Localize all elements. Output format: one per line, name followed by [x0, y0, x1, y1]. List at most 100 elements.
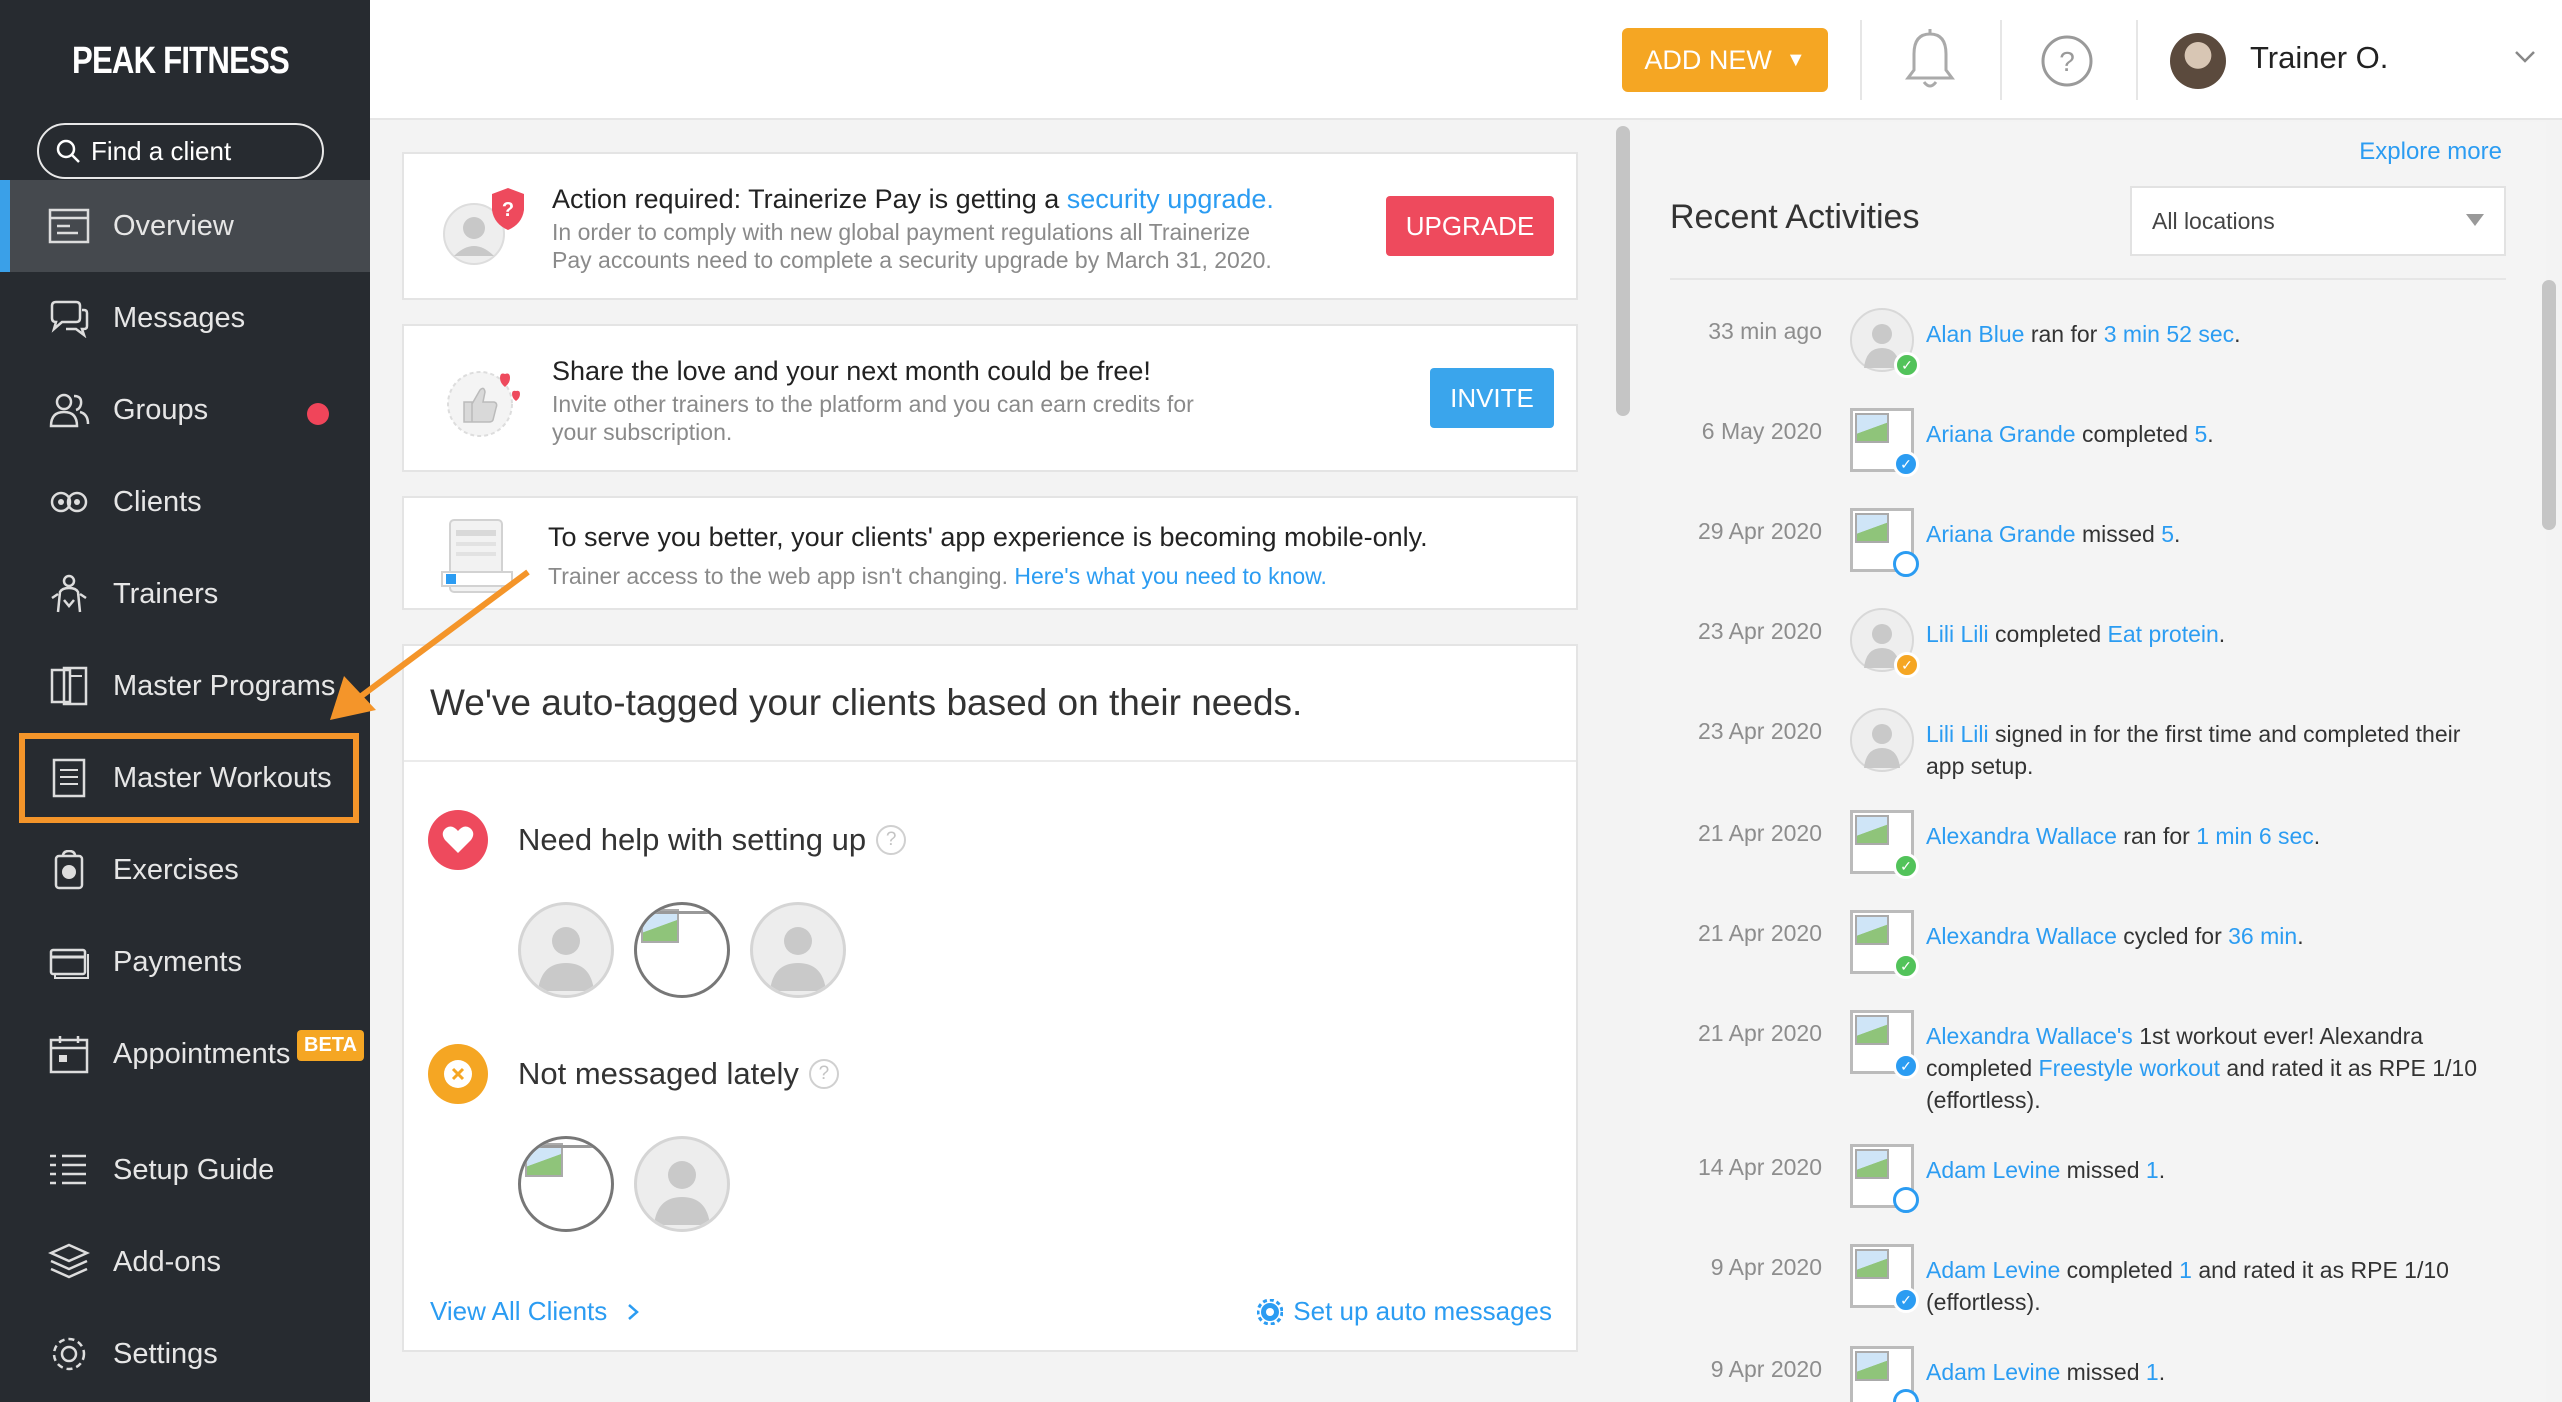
scrollbar-thumb[interactable] [1616, 126, 1630, 416]
client-avatar[interactable] [750, 902, 846, 998]
activity-link[interactable]: Eat protein [2108, 621, 2219, 647]
activity-link[interactable]: Freestyle workout [2039, 1055, 2221, 1081]
activity-avatar[interactable] [1850, 708, 1914, 772]
activity-link[interactable]: 1 min 6 sec [2196, 823, 2314, 849]
sidebar-item-appointments[interactable]: Appointments BETA [0, 1008, 370, 1100]
activity-avatar[interactable]: ✓ [1850, 408, 1919, 477]
activity-link[interactable]: Alan Blue [1926, 321, 2024, 347]
tag-row-not-messaged[interactable]: Not messaged lately ? [428, 1044, 839, 1104]
activity-text: Adam Levine completed 1 and rated it as … [1926, 1254, 2486, 1318]
no-message-icon [428, 1044, 488, 1104]
security-sub-line1: In order to comply with new global payme… [552, 219, 1251, 245]
client-avatar[interactable] [518, 1136, 614, 1232]
activity-text: Ariana Grande missed 5. [1926, 518, 2486, 550]
explore-more-link[interactable]: Explore more [2359, 138, 2502, 166]
tag-row-need-help[interactable]: Need help with setting up ? [428, 810, 907, 870]
activity-avatar[interactable]: ✓ [1850, 308, 1920, 378]
activity-avatar[interactable]: ✓ [1850, 608, 1920, 678]
client-avatar[interactable] [634, 902, 730, 998]
activity-avatar[interactable]: ✓ [1850, 1244, 1919, 1313]
bell-icon[interactable] [1900, 28, 1960, 94]
client-avatar[interactable] [518, 902, 614, 998]
sidebar-item-setup-guide[interactable]: Setup Guide [0, 1124, 370, 1216]
activity-link[interactable]: 3 min 52 sec [2104, 321, 2234, 347]
activity-link[interactable]: Lili Lili [1926, 621, 1989, 647]
sidebar-item-label: Payments [113, 945, 242, 978]
activity-link[interactable]: 1 [2179, 1257, 2192, 1283]
pending-status-icon [1893, 1389, 1919, 1402]
activity-avatar[interactable]: ✓ [1850, 910, 1919, 979]
check-status-icon: ✓ [1894, 352, 1920, 378]
sidebar-item-add-ons[interactable]: Add-ons [0, 1216, 370, 1308]
activity-text: Alexandra Wallace's 1st workout ever! Al… [1926, 1020, 2486, 1116]
invite-button[interactable]: INVITE [1430, 368, 1554, 428]
sidebar-item-messages[interactable]: Messages [0, 272, 370, 364]
sidebar-item-label: Add-ons [113, 1245, 222, 1278]
sidebar-item-exercises[interactable]: Exercises [0, 824, 370, 916]
location-select[interactable]: All locations [2130, 186, 2506, 256]
activity-link[interactable]: Adam Levine [1926, 1157, 2060, 1183]
sidebar-item-overview[interactable]: Overview [0, 180, 370, 272]
notification-dot [307, 403, 329, 425]
security-upgrade-link[interactable]: security upgrade. [1067, 184, 1274, 214]
view-all-clients-link[interactable]: View All Clients [430, 1296, 641, 1327]
beta-badge: BETA [297, 1030, 364, 1061]
activity-link[interactable]: 36 min [2228, 923, 2297, 949]
activity-avatar[interactable] [1850, 508, 1919, 577]
help-circle-icon[interactable]: ? [876, 825, 907, 855]
activity-link[interactable]: Alexandra Wallace [1926, 823, 2117, 849]
divider [2136, 20, 2138, 100]
groups-icon [49, 393, 90, 428]
find-client-search[interactable]: Find a client [37, 123, 324, 179]
security-card-sub: In order to comply with new global payme… [552, 218, 1272, 274]
sidebar-item-payments[interactable]: Payments [0, 916, 370, 1008]
activity-avatar[interactable]: ✓ [1850, 1010, 1919, 1079]
sidebar-item-label: Messages [113, 301, 246, 334]
activity-link[interactable]: Ariana Grande [1926, 521, 2076, 547]
brand-logo[interactable]: PEAK FITNESS [66, 28, 336, 94]
activity-link[interactable]: 1 [2146, 1359, 2159, 1385]
add-new-button[interactable]: ADD NEW ▼ [1622, 28, 1828, 92]
activity-link[interactable]: 5 [2161, 521, 2174, 547]
activity-date: 6 May 2020 [1701, 418, 1822, 444]
activity-link[interactable]: 5 [2195, 421, 2208, 447]
setup-auto-messages-link[interactable]: Set up auto messages [1257, 1296, 1552, 1327]
sidebar-item-label: Groups [113, 393, 209, 426]
help-icon[interactable]: ? [2040, 34, 2094, 88]
activity-link[interactable]: Alexandra Wallace [1926, 923, 2117, 949]
client-avatar[interactable] [634, 1136, 730, 1232]
location-value: All locations [2152, 207, 2275, 234]
main-scrollbar[interactable] [1612, 122, 1634, 1402]
activity-avatar[interactable] [1850, 1144, 1919, 1213]
scrollbar-thumb[interactable] [2542, 280, 2556, 530]
activity-avatar[interactable]: ✓ [1850, 810, 1919, 879]
check-status-icon: ✓ [1894, 652, 1920, 678]
referral-card-title: Share the love and your next month could… [552, 356, 1151, 386]
setup-guide-icon [50, 1154, 86, 1185]
activity-text-part: . [2158, 1359, 2166, 1385]
activity-avatar[interactable] [1850, 1346, 1919, 1402]
activity-link[interactable]: Alexandra Wallace's [1926, 1023, 2133, 1049]
activity-link[interactable]: Adam Levine [1926, 1257, 2060, 1283]
sidebar-item-settings[interactable]: Settings [0, 1308, 370, 1400]
auto-tag-card: We've auto-tagged your clients based on … [402, 644, 1578, 1352]
activity-link[interactable]: 1 [2146, 1157, 2159, 1183]
upgrade-button[interactable]: UPGRADE [1386, 196, 1554, 256]
user-name[interactable]: Trainer O. [2250, 40, 2388, 76]
activity-link[interactable]: Ariana Grande [1926, 421, 2076, 447]
mobile-card-sub: Trainer access to the web app isn't chan… [548, 562, 1327, 590]
sidebar-item-clients[interactable]: Clients [0, 456, 370, 548]
activities-scrollbar[interactable] [2538, 276, 2560, 1402]
clients-icon [50, 491, 88, 513]
divider [404, 760, 1576, 762]
search-icon [56, 139, 80, 163]
chevron-down-icon[interactable] [2510, 42, 2540, 72]
sidebar-item-groups[interactable]: Groups [0, 364, 370, 456]
avatar[interactable] [2170, 33, 2226, 89]
view-all-label: View All Clients [430, 1296, 608, 1326]
recent-activities-panel: Explore more Recent Activities All locat… [1640, 122, 2556, 1402]
activity-link[interactable]: Adam Levine [1926, 1359, 2060, 1385]
mobile-info-link[interactable]: Here's what you need to know. [1014, 563, 1327, 589]
help-circle-icon[interactable]: ? [808, 1059, 839, 1089]
activity-link[interactable]: Lili Lili [1926, 721, 1989, 747]
